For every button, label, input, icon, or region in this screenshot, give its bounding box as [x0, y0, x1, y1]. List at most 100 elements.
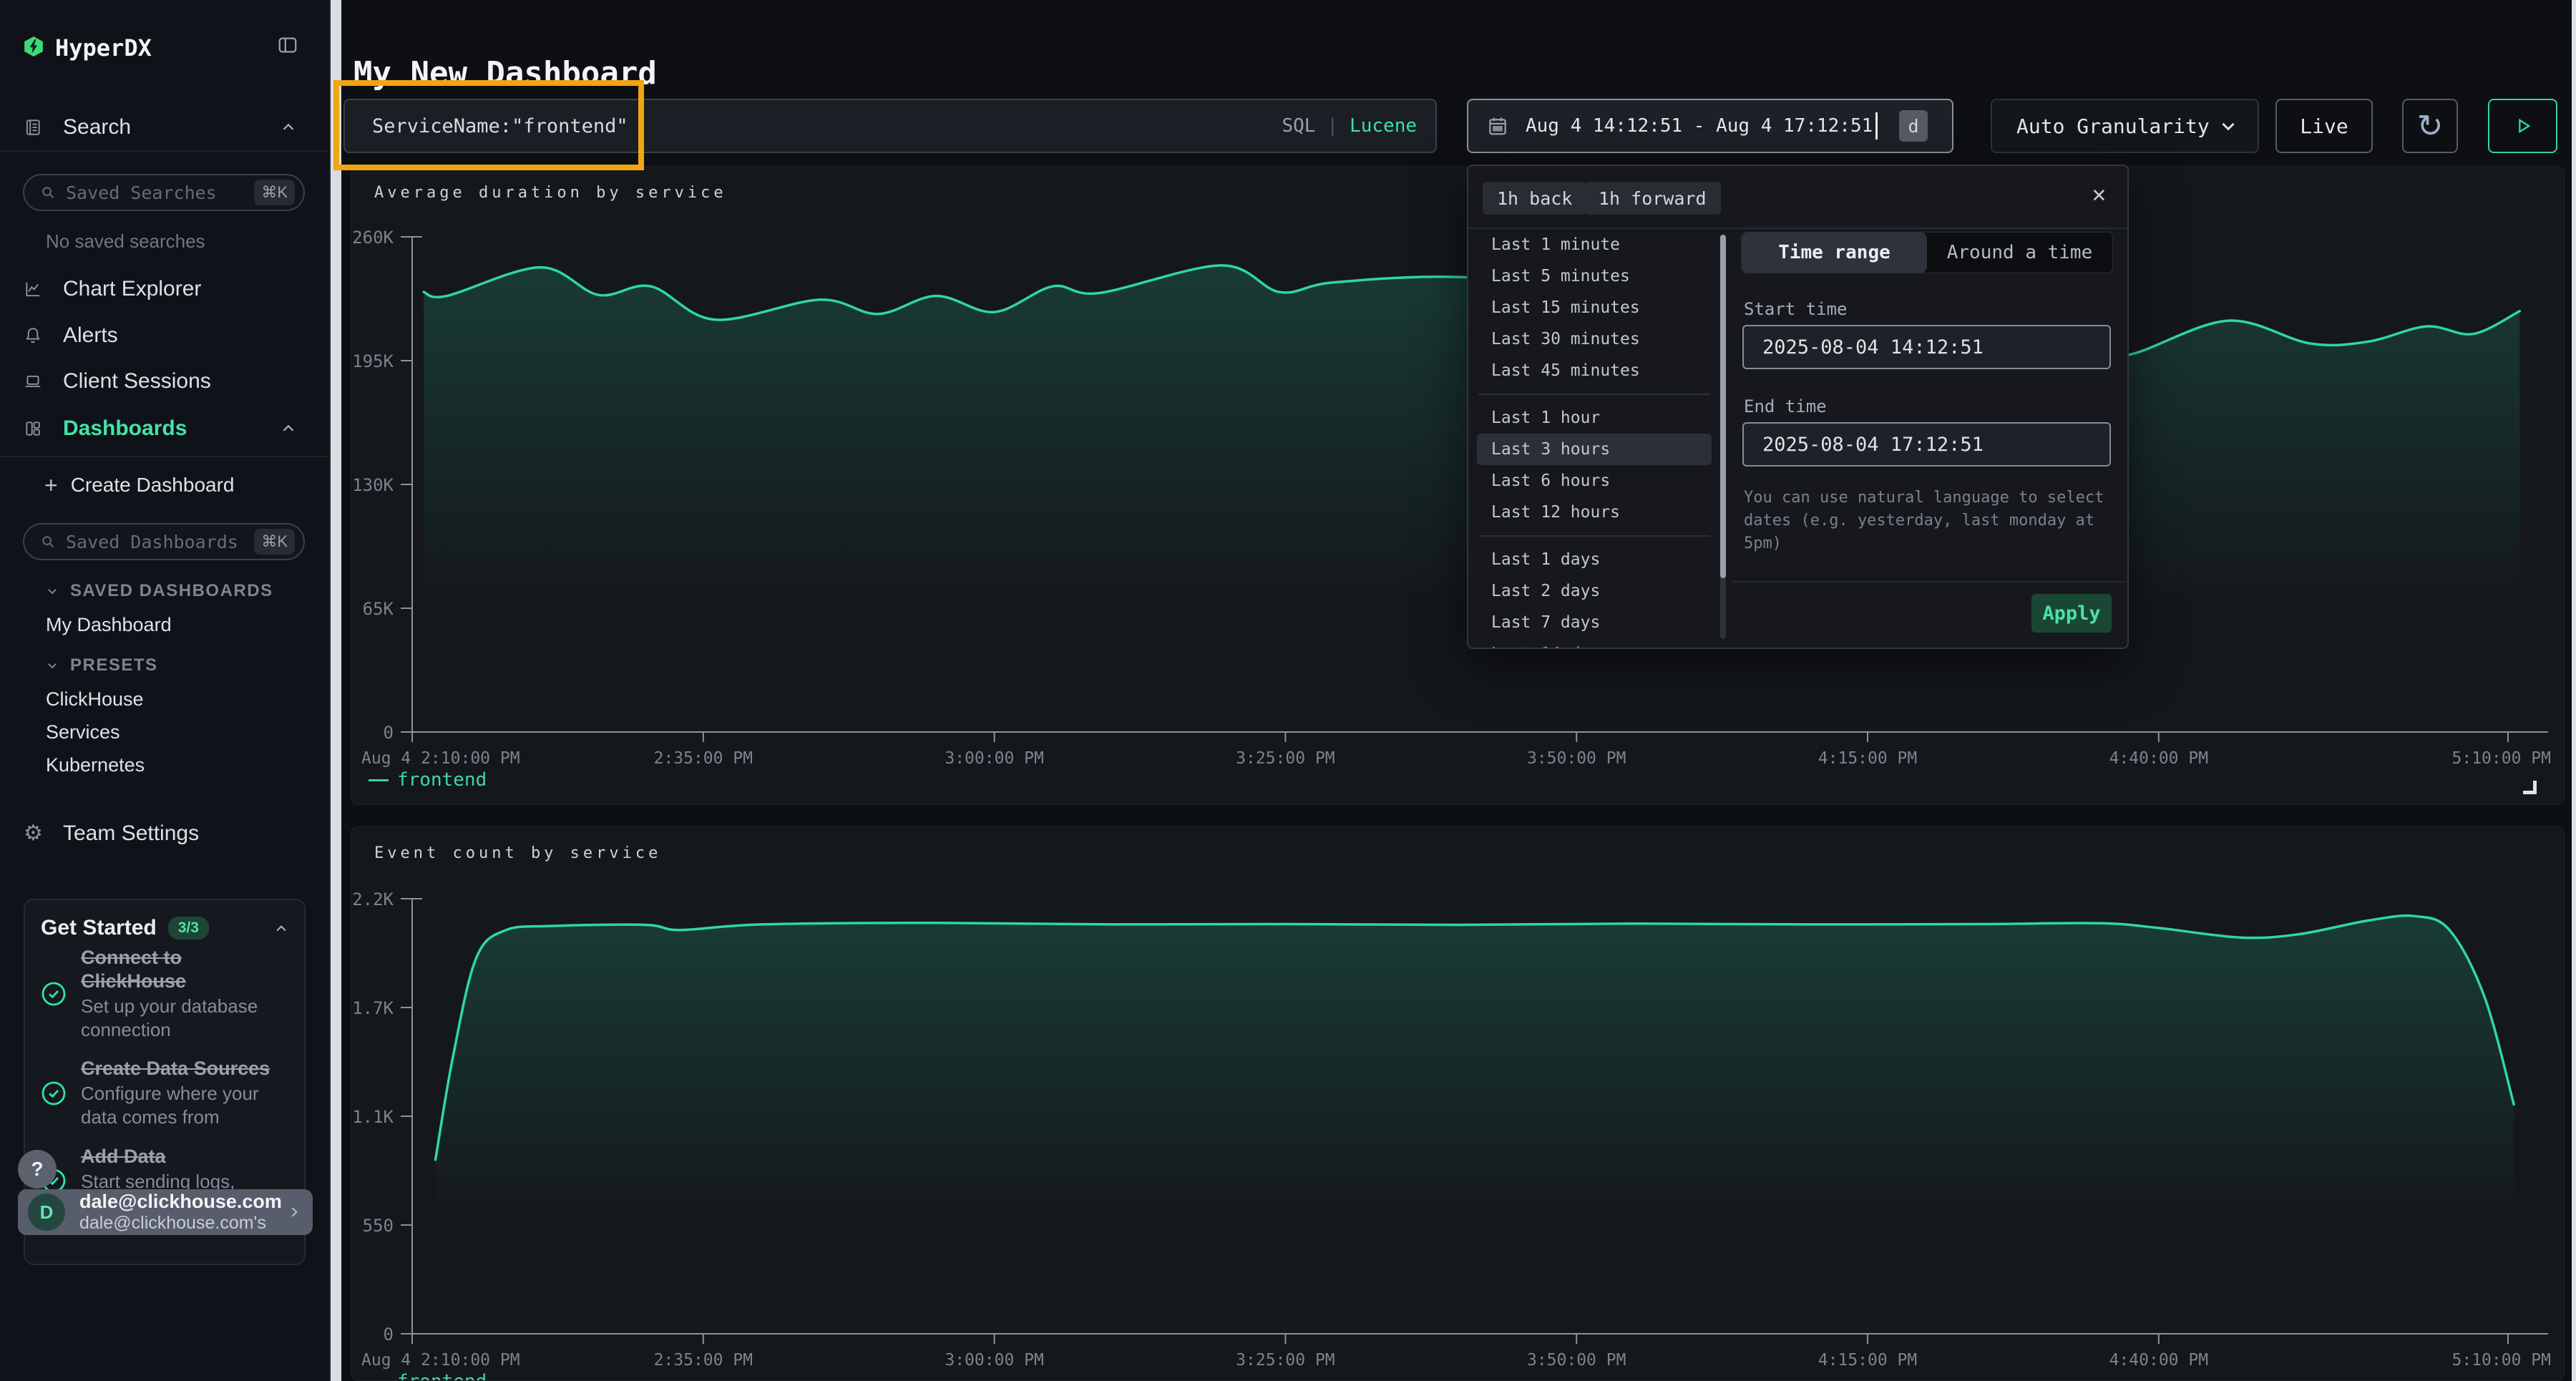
- end-time-label: End time: [1744, 396, 1827, 416]
- shift-back-button[interactable]: 1h back: [1483, 182, 1586, 215]
- relative-time-option[interactable]: Last 5 minutes: [1477, 260, 1712, 292]
- chart-panel-event-count[interactable]: Event count by service 05501.1K1.7K2.2KA…: [351, 826, 2565, 1381]
- sidebar-item-label: Chart Explorer: [63, 277, 201, 301]
- bell-icon: [24, 326, 42, 345]
- tab-around-a-time[interactable]: Around a time: [1927, 233, 2112, 273]
- section-presets[interactable]: PRESETS: [46, 655, 158, 675]
- saved-dashboards-input[interactable]: Saved Dashboards ⌘K: [23, 523, 305, 560]
- relative-time-option[interactable]: Last 12 hours: [1477, 497, 1712, 528]
- y-tick-label: 0: [384, 1324, 394, 1345]
- line-chart-event-count: 05501.1K1.7K2.2KAug 4 2:10:00 PM2:35:00 …: [351, 827, 2565, 1381]
- refresh-button[interactable]: ↻: [2402, 99, 2458, 153]
- chevron-right-icon: [287, 1205, 301, 1219]
- divider: [0, 150, 328, 152]
- relative-time-list: Last 1 minuteLast 5 minutesLast 15 minut…: [1468, 229, 1720, 648]
- time-range-input[interactable]: Aug 4 14:12:51 - Aug 4 17:12:51 d: [1467, 99, 1953, 153]
- sidebar-item-dashboards[interactable]: Dashboards: [0, 406, 328, 452]
- y-tick-label: 260K: [352, 228, 394, 248]
- user-email: dale@clickhouse.com: [79, 1191, 282, 1213]
- live-button[interactable]: Live: [2275, 99, 2373, 153]
- check-circle-icon: [39, 1079, 68, 1108]
- help-button[interactable]: ?: [18, 1150, 57, 1189]
- user-org: dale@clickhouse.com's: [79, 1213, 282, 1234]
- x-tick-label: 5:10:00 PM: [2452, 1351, 2551, 1370]
- search-icon: [40, 534, 56, 550]
- relative-time-option[interactable]: Last 2 days: [1477, 575, 1712, 607]
- x-tick-label: Aug 4 2:10:00 PM: [361, 1351, 520, 1370]
- user-menu[interactable]: D dale@clickhouse.com dale@clickhouse.co…: [18, 1189, 313, 1235]
- relative-time-option[interactable]: Last 45 minutes: [1477, 355, 1712, 386]
- chart-panel-average-duration[interactable]: Average duration by service 065K130K195K…: [351, 166, 2565, 805]
- time-mode-tabs: Time range Around a time: [1741, 232, 2113, 273]
- sidebar-item-team-settings[interactable]: ⚙ Team Settings: [0, 811, 328, 857]
- relative-time-option[interactable]: Last 1 minute: [1477, 229, 1712, 260]
- x-tick-label: 4:40:00 PM: [2109, 749, 2208, 768]
- preset-dashboard-item[interactable]: Services: [46, 721, 120, 743]
- relative-time-option[interactable]: Last 1 days: [1477, 544, 1712, 575]
- sidebar-collapse-button[interactable]: [276, 34, 299, 56]
- saved-searches-input[interactable]: Saved Searches ⌘K: [23, 174, 305, 211]
- sidebar-item-search[interactable]: Search: [0, 104, 328, 150]
- chart-legend[interactable]: frontend: [369, 769, 487, 791]
- start-time-input[interactable]: 2025-08-04 14:12:51: [1742, 325, 2111, 369]
- relative-time-option[interactable]: Last 6 hours: [1477, 465, 1712, 497]
- preset-dashboard-item[interactable]: Kubernetes: [46, 754, 145, 776]
- relative-time-option[interactable]: Last 14 days: [1477, 638, 1712, 648]
- duration-badge: d: [1899, 110, 1928, 142]
- page-title: My New Dashboard: [353, 55, 657, 92]
- x-tick-label: 2:35:00 PM: [654, 1351, 753, 1370]
- dashboard-filter-input[interactable]: ServiceName:"frontend" SQL | Lucene: [343, 99, 1437, 153]
- create-dashboard-button[interactable]: + Create Dashboard: [0, 464, 328, 507]
- chevron-up-icon[interactable]: [274, 922, 288, 936]
- x-tick-label: 4:40:00 PM: [2109, 1351, 2208, 1370]
- end-time-value: 2025-08-04 17:12:51: [1762, 434, 1984, 456]
- sidebar-item-label: Team Settings: [63, 821, 199, 846]
- series-area-fill: [436, 916, 2514, 1334]
- panel-resize-handle[interactable]: [2523, 781, 2537, 794]
- hyperdx-logo-icon: [24, 36, 42, 56]
- relative-time-option[interactable]: Last 30 minutes: [1477, 323, 1712, 355]
- sidebar-item-label: Client Sessions: [63, 369, 211, 394]
- get-started-item[interactable]: Connect to ClickHouseSet up your databas…: [39, 946, 290, 1041]
- section-saved-dashboards[interactable]: SAVED DASHBOARDS: [46, 581, 273, 601]
- calendar-icon: [1487, 115, 1508, 137]
- x-tick-label: 3:50:00 PM: [1527, 1351, 1626, 1370]
- granularity-select[interactable]: Auto Granularity: [1991, 99, 2259, 153]
- saved-dashboard-item[interactable]: My Dashboard: [46, 614, 172, 636]
- x-tick-label: Aug 4 2:10:00 PM: [361, 749, 520, 768]
- sidebar: HyperDX Search Saved Searches ⌘K No save…: [0, 0, 331, 1381]
- x-tick-label: 3:50:00 PM: [1527, 749, 1626, 768]
- line-chart-average-duration: 065K130K195K260KAug 4 2:10:00 PM2:35:00 …: [351, 167, 2565, 805]
- sidebar-item-client-sessions[interactable]: Client Sessions: [0, 358, 328, 404]
- y-tick-label: 130K: [352, 475, 394, 495]
- text-cursor: [1875, 112, 1878, 140]
- legend-series-name: frontend: [397, 1371, 487, 1381]
- sidebar-item-label: Dashboards: [63, 416, 187, 441]
- shift-forward-button[interactable]: 1h forward: [1584, 182, 1721, 215]
- time-picker-popover: 1h back 1h forward ✕ Last 1 minuteLast 5…: [1467, 165, 2129, 649]
- page-scrollbar[interactable]: [2572, 0, 2576, 1381]
- sidebar-item-chart-explorer[interactable]: Chart Explorer: [0, 266, 328, 312]
- end-time-input[interactable]: 2025-08-04 17:12:51: [1742, 422, 2111, 467]
- sidebar-item-alerts[interactable]: Alerts: [0, 313, 328, 358]
- sql-toggle[interactable]: SQL: [1282, 115, 1315, 137]
- relative-time-option[interactable]: Last 15 minutes: [1477, 292, 1712, 323]
- x-tick-label: 5:10:00 PM: [2452, 749, 2551, 768]
- start-time-value: 2025-08-04 14:12:51: [1762, 336, 1984, 358]
- relative-time-option[interactable]: Last 1 hour: [1477, 402, 1712, 434]
- lucene-toggle[interactable]: Lucene: [1350, 115, 1417, 137]
- filter-query-text: ServiceName:"frontend": [372, 115, 628, 137]
- relative-time-option[interactable]: Last 3 hours: [1477, 434, 1712, 465]
- get-started-item[interactable]: Create Data SourcesConfigure where your …: [39, 1057, 290, 1128]
- close-icon[interactable]: ✕: [2092, 180, 2106, 208]
- apply-button[interactable]: Apply: [2031, 594, 2112, 633]
- tab-time-range[interactable]: Time range: [1742, 233, 1927, 273]
- preset-dashboard-item[interactable]: ClickHouse: [46, 688, 144, 711]
- run-query-button[interactable]: [2488, 99, 2557, 153]
- y-tick-label: 1.1K: [352, 1107, 394, 1127]
- sidebar-scrollbar[interactable]: [331, 0, 341, 1381]
- list-scrollbar-thumb[interactable]: [1720, 235, 1726, 578]
- chart-legend[interactable]: frontend: [369, 1371, 487, 1381]
- relative-time-option[interactable]: Last 7 days: [1477, 607, 1712, 638]
- get-started-item-title: Create Data Sources: [81, 1057, 290, 1080]
